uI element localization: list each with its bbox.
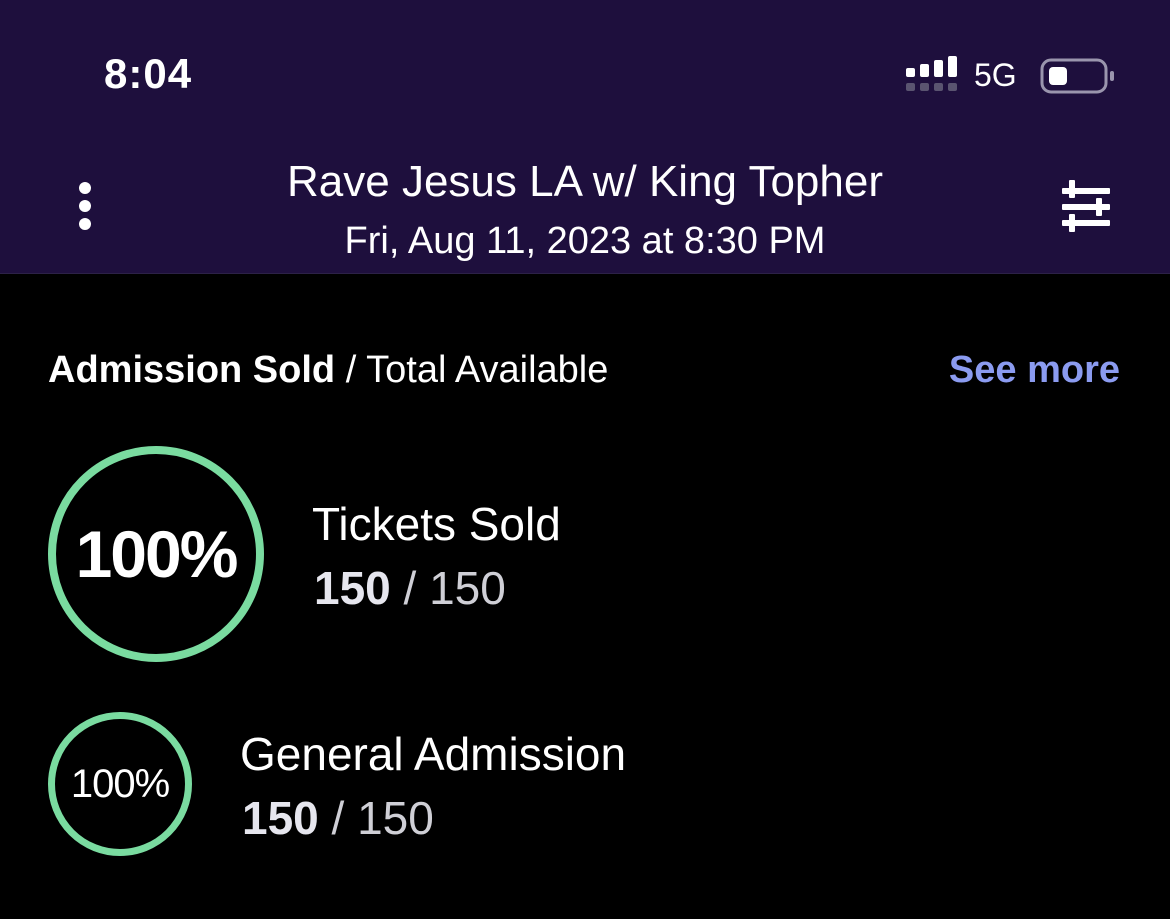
section-heading: Admission Sold / Total Available <box>48 346 608 394</box>
general-admission-separator: / <box>318 792 358 844</box>
tickets-sold-separator: / <box>390 562 430 614</box>
sliders-icon[interactable] <box>1056 176 1116 236</box>
more-vertical-icon <box>79 182 91 194</box>
battery-icon <box>1040 58 1114 94</box>
sales-summary-screen: 8:04 5G Rave Jesus LA w/ King Topher Fri… <box>0 0 1170 919</box>
section-heading-rest: / Total Available <box>335 349 609 391</box>
more-options-button[interactable] <box>60 176 110 236</box>
network-type: 5G <box>974 57 1017 93</box>
more-vertical-icon-dot <box>79 218 91 230</box>
general-admission-progress-ring: 100% <box>48 712 192 856</box>
tickets-sold-percent: 100% <box>75 517 239 591</box>
tickets-sold-label: Tickets Sold <box>312 498 561 550</box>
tickets-sold-sold: 150 <box>314 562 391 614</box>
section-heading-strong: Admission Sold <box>48 349 336 391</box>
more-vertical-icon-dot <box>79 200 91 212</box>
event-title: Rave Jesus LA w/ King Topher <box>287 157 883 206</box>
status-time: 8:04 <box>104 50 193 97</box>
header-bar: 8:04 5G Rave Jesus LA w/ King Topher Fri… <box>0 0 1170 274</box>
signal-icon <box>906 56 957 91</box>
general-admission-label: General Admission <box>240 728 627 780</box>
event-date: Fri, Aug 11, 2023 at 8:30 PM <box>344 220 826 262</box>
general-admission-count: 150 / 150 <box>242 790 434 846</box>
general-admission-percent: 100% <box>70 761 170 806</box>
tickets-sold-count: 150 / 150 <box>314 560 506 616</box>
general-admission-sold: 150 <box>242 792 319 844</box>
tickets-sold-total: 150 <box>429 562 506 614</box>
general-admission-total: 150 <box>357 792 434 844</box>
see-more-link[interactable]: See more <box>949 346 1120 394</box>
tickets-sold-progress-ring: 100% <box>48 446 264 662</box>
